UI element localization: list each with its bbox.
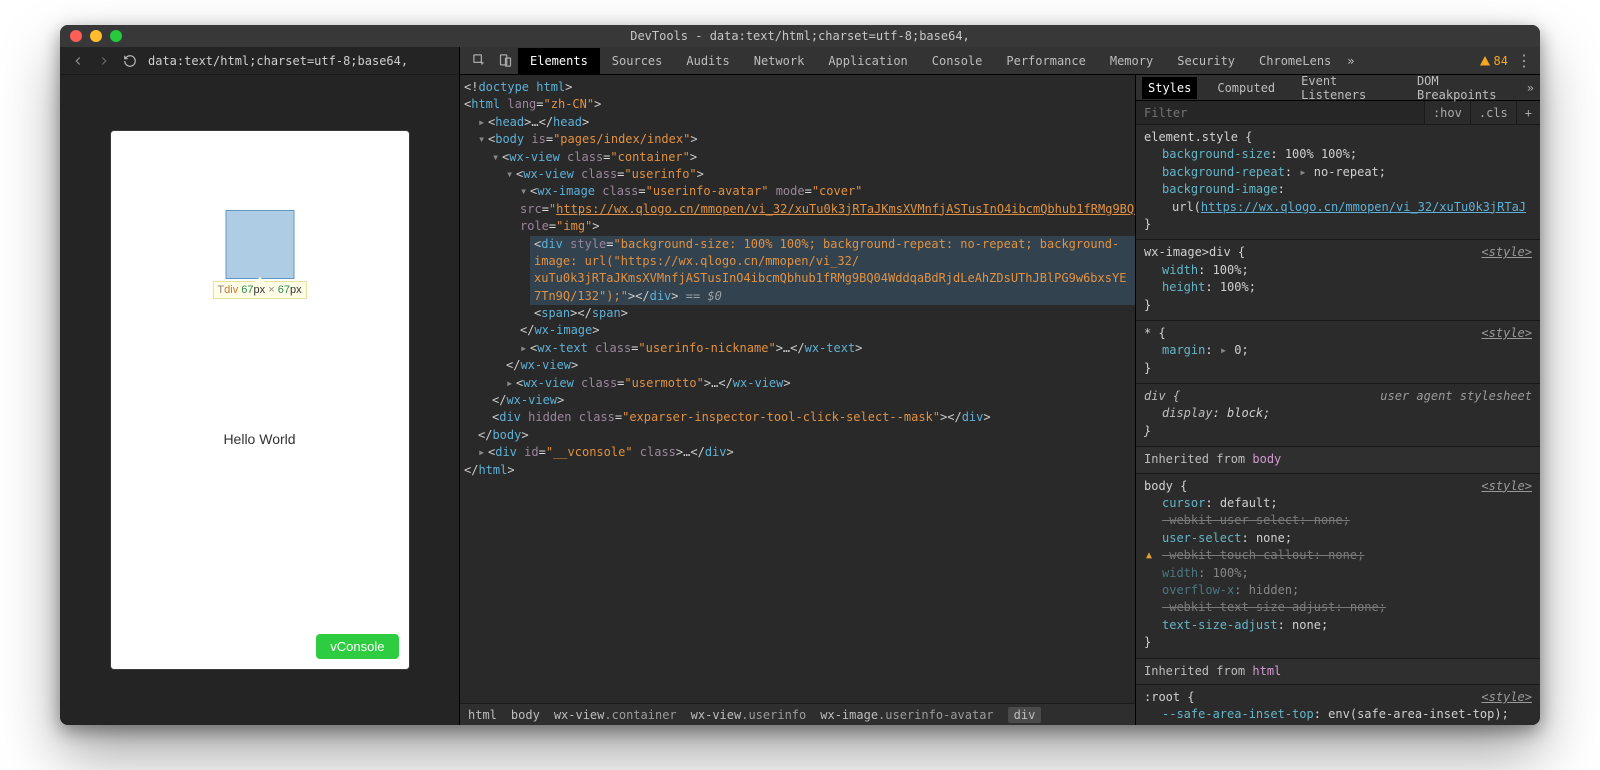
- rule-wx-image-div[interactable]: wx-image>div {<style> width: 100%; heigh…: [1136, 240, 1540, 321]
- inspect-tip-h: 67: [278, 284, 290, 296]
- caret-icon[interactable]: ▾: [506, 166, 516, 183]
- rule-div-ua[interactable]: div {user agent stylesheet display: bloc…: [1136, 384, 1540, 447]
- tab-sources[interactable]: Sources: [600, 48, 675, 74]
- main-split: data:text/html;charset=utf-8;base64, Tdi…: [60, 47, 1540, 725]
- tab-security[interactable]: Security: [1165, 48, 1247, 74]
- titlebar: DevTools - data:text/html;charset=utf-8;…: [60, 25, 1540, 47]
- traffic-lights: [60, 30, 122, 42]
- devtools-body: <!doctype html> <html lang="zh-CN"> ▸<he…: [460, 75, 1540, 725]
- crumb-avatar[interactable]: wx-image.userinfo-avatar: [820, 708, 993, 722]
- tab-styles[interactable]: Styles: [1142, 77, 1197, 99]
- caret-icon[interactable]: ▾: [478, 131, 488, 148]
- crumb-container[interactable]: wx-view.container: [554, 708, 677, 722]
- reload-icon[interactable]: [122, 53, 138, 69]
- warnings-badge[interactable]: 84: [1479, 54, 1508, 68]
- rule-source-link[interactable]: <style>: [1481, 244, 1532, 261]
- dom-selected-node[interactable]: ⋯ <div style="background-size: 100% 100%…: [530, 236, 1135, 306]
- rule-body[interactable]: body {<style> cursor: default; -webkit-u…: [1136, 474, 1540, 659]
- crumb-html[interactable]: html: [468, 708, 497, 722]
- tab-elements[interactable]: Elements: [518, 48, 600, 74]
- vconsole-button[interactable]: vConsole: [316, 634, 398, 659]
- cls-button[interactable]: .cls: [1470, 101, 1516, 124]
- devtools-window: DevTools - data:text/html;charset=utf-8;…: [60, 25, 1540, 725]
- tab-audits[interactable]: Audits: [674, 48, 741, 74]
- caret-icon[interactable]: ▾: [520, 183, 530, 200]
- elements-tree-pane: <!doctype html> <html lang="zh-CN"> ▸<he…: [460, 75, 1136, 725]
- bg-image-url-link[interactable]: https://wx.qlogo.cn/mmopen/vi_32/xuTu0k3…: [1201, 200, 1526, 214]
- warn-icon: ▲: [1146, 549, 1152, 564]
- inspect-tip-times: ×: [268, 284, 274, 296]
- window-title: DevTools - data:text/html;charset=utf-8;…: [60, 29, 1540, 43]
- maximize-icon[interactable]: [110, 30, 122, 42]
- rule-source-link[interactable]: <style>: [1481, 478, 1532, 495]
- inherited-from-body: Inherited from body: [1136, 447, 1540, 473]
- styles-filter-input[interactable]: [1136, 101, 1424, 124]
- styles-pane: Styles Computed Event Listeners DOM Brea…: [1136, 75, 1540, 725]
- minimize-icon[interactable]: [90, 30, 102, 42]
- tab-network[interactable]: Network: [742, 48, 817, 74]
- device-toggle-icon[interactable]: [492, 50, 518, 72]
- inspect-tooltip: Tdiv 67px × 67px: [212, 281, 306, 299]
- inherited-from-html: Inherited from html: [1136, 659, 1540, 685]
- rule-source-link[interactable]: <style>: [1481, 325, 1532, 342]
- close-icon[interactable]: [70, 30, 82, 42]
- settings-kebab-icon[interactable]: ⋮: [1516, 51, 1532, 70]
- warnings-count: 84: [1494, 54, 1508, 68]
- inspect-tip-tag: div: [224, 284, 238, 296]
- device-stage: Tdiv 67px × 67px Hello World vConsole: [60, 75, 459, 725]
- caret-icon[interactable]: ▸: [506, 375, 516, 392]
- tab-application[interactable]: Application: [816, 48, 919, 74]
- tab-memory[interactable]: Memory: [1098, 48, 1165, 74]
- forward-icon[interactable]: [96, 53, 112, 69]
- rule-root[interactable]: :root {<style> --safe-area-inset-top: en…: [1136, 685, 1540, 725]
- caret-icon[interactable]: ▸: [520, 340, 530, 357]
- rule-element-style[interactable]: element.style { background-size: 100% 10…: [1136, 125, 1540, 240]
- dom-tree[interactable]: <!doctype html> <html lang="zh-CN"> ▸<he…: [460, 75, 1135, 703]
- preview-pane: data:text/html;charset=utf-8;base64, Tdi…: [60, 47, 460, 725]
- rule-universal[interactable]: * {<style> margin: ▸ 0; }: [1136, 321, 1540, 384]
- caret-icon[interactable]: ▾: [492, 149, 502, 166]
- add-rule-button[interactable]: +: [1516, 101, 1540, 124]
- inspect-element-icon[interactable]: [466, 50, 492, 72]
- rule-source-link[interactable]: <style>: [1481, 689, 1532, 706]
- hov-button[interactable]: :hov: [1424, 101, 1470, 124]
- inspect-tip-prefix: T: [217, 284, 224, 296]
- inspect-tip-w: 67: [241, 284, 253, 296]
- preview-url[interactable]: data:text/html;charset=utf-8;base64,: [148, 54, 408, 68]
- dom-src-url[interactable]: https://wx.qlogo.cn/mmopen/vi_32/xuTu0k3…: [556, 202, 1135, 216]
- inspect-tip-unit2: px: [290, 284, 302, 296]
- device-frame: Tdiv 67px × 67px Hello World vConsole: [110, 130, 410, 670]
- crumb-body[interactable]: body: [511, 708, 540, 722]
- styles-tabs-overflow-icon[interactable]: »: [1527, 81, 1534, 95]
- tab-performance[interactable]: Performance: [994, 48, 1097, 74]
- caret-icon[interactable]: ▸: [478, 114, 488, 131]
- preview-hello-text: Hello World: [111, 431, 409, 447]
- tab-console[interactable]: Console: [920, 48, 995, 74]
- back-icon[interactable]: [70, 53, 86, 69]
- tab-computed[interactable]: Computed: [1211, 77, 1281, 99]
- inspect-highlight-box: [226, 211, 293, 278]
- crumb-userinfo[interactable]: wx-view.userinfo: [691, 708, 807, 722]
- breadcrumb[interactable]: html body wx-view.container wx-view.user…: [460, 703, 1135, 725]
- preview-nav: data:text/html;charset=utf-8;base64,: [60, 47, 459, 75]
- styles-filter-row: :hov .cls +: [1136, 101, 1540, 125]
- toolbar-right: 84 ⋮: [1479, 51, 1540, 70]
- css-rules[interactable]: element.style { background-size: 100% 10…: [1136, 125, 1540, 725]
- caret-icon[interactable]: ▸: [478, 444, 488, 461]
- styles-tabs: Styles Computed Event Listeners DOM Brea…: [1136, 75, 1540, 101]
- devtools-pane: Elements Sources Audits Network Applicat…: [460, 47, 1540, 725]
- crumb-div[interactable]: div: [1008, 707, 1042, 723]
- inspect-tip-unit1: px: [254, 284, 266, 296]
